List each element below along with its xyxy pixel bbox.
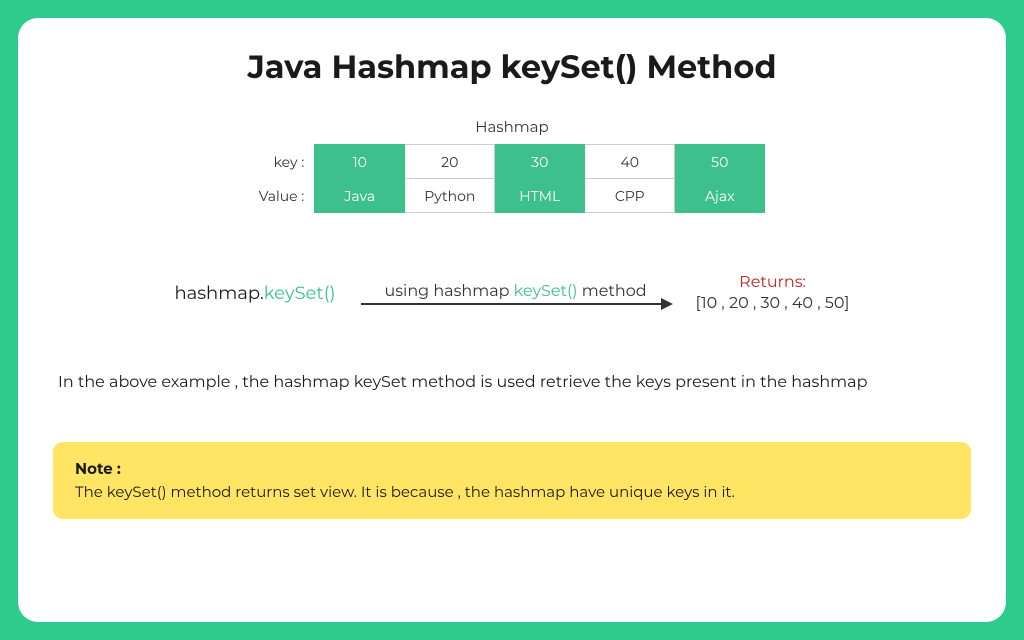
key-cell: 10 bbox=[315, 145, 405, 179]
content-card: Java Hashmap keySet() Method Hashmap key… bbox=[18, 18, 1006, 622]
key-row-label: key : bbox=[259, 145, 305, 179]
hashmap-heading: Hashmap bbox=[53, 117, 971, 136]
arrow-section: using hashmap keySet() method bbox=[356, 282, 676, 305]
key-cell: 30 bbox=[495, 145, 585, 179]
method-call-text: hashmap.keySet() bbox=[174, 282, 335, 304]
arrow-suffix: method bbox=[578, 282, 647, 301]
value-cell: Java bbox=[315, 179, 405, 213]
key-cell: 50 bbox=[675, 145, 765, 179]
value-cell: CPP bbox=[585, 179, 675, 213]
note-title: Note : bbox=[75, 459, 121, 478]
key-cell: 20 bbox=[405, 145, 495, 179]
value-row: JavaPythonHTMLCPPAjax bbox=[315, 179, 765, 213]
method-object: hashmap. bbox=[174, 282, 263, 304]
key-row: 1020304050 bbox=[315, 145, 765, 179]
note-box: Note : The keySet() method returns set v… bbox=[53, 442, 971, 519]
value-cell: Ajax bbox=[675, 179, 765, 213]
hashmap-diagram: Hashmap key : Value : 1020304050 JavaPyt… bbox=[53, 117, 971, 213]
method-name: keySet() bbox=[264, 282, 336, 304]
arrow-highlight: keySet() bbox=[514, 282, 578, 301]
arrow-icon bbox=[361, 303, 671, 305]
value-cell: Python bbox=[405, 179, 495, 213]
hashmap-table-wrapper: key : Value : 1020304050 JavaPythonHTMLC… bbox=[259, 144, 766, 213]
key-cell: 40 bbox=[585, 145, 675, 179]
value-row-label: Value : bbox=[259, 179, 305, 213]
returns-value: [10 , 20 , 30 , 40 , 50] bbox=[696, 294, 850, 313]
note-body: The keySet() method returns set view. It… bbox=[75, 482, 735, 501]
description-text: In the above example , the hashmap keySe… bbox=[58, 373, 966, 392]
row-labels: key : Value : bbox=[259, 145, 305, 213]
arrow-label: using hashmap keySet() method bbox=[385, 282, 647, 301]
method-flow: hashmap.keySet() using hashmap keySet() … bbox=[93, 273, 931, 313]
hashmap-table: 1020304050 JavaPythonHTMLCPPAjax bbox=[314, 144, 765, 213]
arrow-prefix: using hashmap bbox=[385, 282, 514, 301]
returns-label: Returns: bbox=[696, 273, 850, 292]
value-cell: HTML bbox=[495, 179, 585, 213]
returns-section: Returns: [10 , 20 , 30 , 40 , 50] bbox=[696, 273, 850, 313]
page-title: Java Hashmap keySet() Method bbox=[53, 48, 971, 87]
